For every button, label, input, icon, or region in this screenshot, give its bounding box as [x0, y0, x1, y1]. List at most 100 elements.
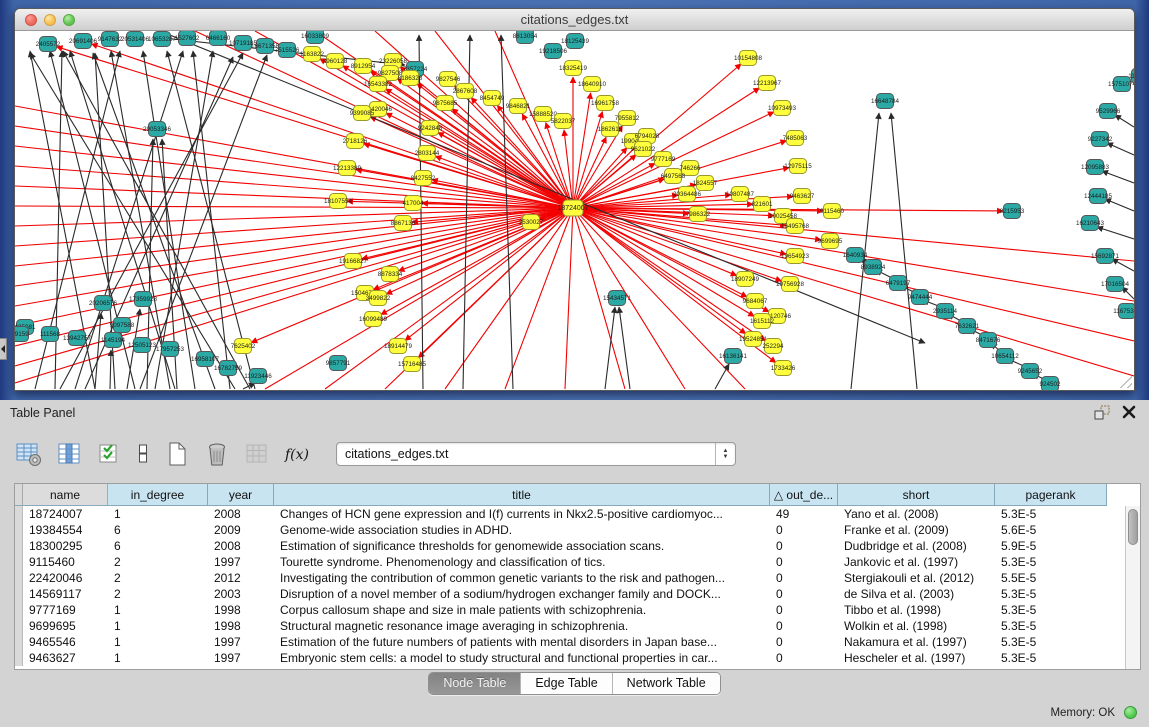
- cell-pagerank[interactable]: 5.3E-5: [995, 586, 1107, 602]
- zoom-window-button[interactable]: [63, 14, 75, 26]
- cell-in-degree[interactable]: 2: [108, 554, 208, 570]
- cell-in-degree[interactable]: 6: [108, 538, 208, 554]
- window-titlebar[interactable]: citations_edges.txt: [15, 9, 1134, 31]
- network-edge[interactable]: [1105, 199, 1134, 211]
- network-node[interactable]: 18640910: [578, 77, 607, 92]
- network-edge[interactable]: [715, 364, 729, 389]
- network-node[interactable]: 19218506: [539, 44, 568, 59]
- network-node[interactable]: 18107554: [324, 194, 353, 209]
- cell-pagerank[interactable]: 5.3E-5: [995, 602, 1107, 618]
- network-edge[interactable]: [418, 208, 573, 358]
- network-node[interactable]: 10154808: [734, 51, 763, 66]
- network-node[interactable]: 12975115: [784, 159, 812, 174]
- cell-out-de-[interactable]: 0: [770, 634, 838, 650]
- function-builder-icon[interactable]: f(x): [282, 440, 312, 468]
- cell-year[interactable]: 2008: [208, 538, 274, 554]
- network-node[interactable]: 8867130: [391, 216, 416, 231]
- cell-name[interactable]: 9465546: [23, 634, 108, 650]
- network-node[interactable]: 8454749: [480, 91, 505, 106]
- network-node[interactable]: 1824557: [693, 176, 718, 191]
- cell-out-de-[interactable]: 0: [770, 538, 838, 554]
- network-node[interactable]: 2718126: [343, 134, 368, 149]
- network-edge[interactable]: [15, 208, 573, 246]
- cell-title[interactable]: Estimation of significance thresholds fo…: [274, 538, 770, 554]
- import-table-icon[interactable]: [242, 440, 272, 468]
- network-edge[interactable]: [565, 208, 573, 389]
- cell-name[interactable]: 9777169: [23, 602, 108, 618]
- network-node[interactable]: 18325419: [559, 61, 588, 76]
- network-node[interactable]: 17016504: [1101, 277, 1130, 292]
- network-edge[interactable]: [110, 350, 111, 389]
- cell-title[interactable]: Embryonic stem cells: a model to study s…: [274, 650, 770, 666]
- cell-name[interactable]: 9463627: [23, 650, 108, 666]
- table-row[interactable]: 969969511998Structural magnetic resonanc…: [15, 618, 1140, 634]
- cell-title[interactable]: Corpus callosum shape and size in male p…: [274, 602, 770, 618]
- network-node[interactable]: 2935114: [933, 304, 958, 319]
- cell-pagerank[interactable]: 5.3E-5: [995, 634, 1107, 650]
- network-edge[interactable]: [1107, 143, 1134, 155]
- network-edge[interactable]: [15, 186, 573, 208]
- network-node[interactable]: 19756928: [776, 277, 805, 292]
- network-node[interactable]: 2867608: [453, 84, 478, 99]
- network-canvas[interactable]: 2405572206914069147632205314061065328715…: [15, 31, 1134, 390]
- cell-year[interactable]: 1997: [208, 634, 274, 650]
- network-node[interactable]: 9827546: [436, 72, 461, 87]
- table-row[interactable]: 1830029562008Estimation of significance …: [15, 538, 1140, 554]
- cell-out-de-[interactable]: 0: [770, 570, 838, 586]
- cell-year[interactable]: 1997: [208, 554, 274, 570]
- cell-short[interactable]: Franke et al. (2009): [838, 522, 995, 538]
- cell-title[interactable]: Estimation of the future numbers of pati…: [274, 634, 770, 650]
- column-header-in-degree[interactable]: in_degree: [108, 484, 208, 506]
- network-edge[interactable]: [1097, 227, 1134, 239]
- cell-name[interactable]: 18724007: [23, 506, 108, 522]
- network-node[interactable]: 16033809: [301, 31, 330, 44]
- network-node[interactable]: 7632621: [955, 319, 980, 334]
- cell-out-de-[interactable]: 49: [770, 506, 838, 522]
- network-node[interactable]: 18914479: [384, 339, 413, 354]
- float-panel-icon[interactable]: [1093, 405, 1111, 421]
- show-columns-icon[interactable]: [54, 440, 84, 468]
- network-node[interactable]: 111568: [40, 327, 61, 342]
- cell-year[interactable]: 2009: [208, 522, 274, 538]
- network-node[interactable]: 16136141: [719, 349, 748, 364]
- close-window-button[interactable]: [25, 14, 37, 26]
- network-node[interactable]: 9846821: [506, 99, 531, 114]
- network-node[interactable]: 16961758: [591, 96, 620, 111]
- column-header-name[interactable]: name: [23, 484, 108, 506]
- network-node[interactable]: 17957253: [156, 342, 185, 357]
- network-node[interactable]: 12444185: [1084, 189, 1113, 204]
- collapsed-panel-handle[interactable]: [0, 338, 7, 360]
- tab-network-table[interactable]: Network Table: [613, 673, 720, 694]
- column-header-out-de-[interactable]: △ out_de...: [770, 484, 838, 506]
- cell-out-de-[interactable]: 0: [770, 522, 838, 538]
- scrollbar-thumb[interactable]: [1128, 509, 1138, 545]
- cell-pagerank[interactable]: 5.5E-5: [995, 570, 1107, 586]
- cell-in-degree[interactable]: 1: [108, 634, 208, 650]
- table-row[interactable]: 946362711997Embryonic stem cells: a mode…: [15, 650, 1140, 666]
- network-node[interactable]: 9463627: [790, 189, 815, 204]
- network-node[interactable]: 821601: [751, 197, 773, 212]
- cell-in-degree[interactable]: 2: [108, 586, 208, 602]
- network-node[interactable]: 8938924: [861, 260, 886, 275]
- network-node[interactable]: 9857791: [326, 356, 351, 371]
- network-node[interactable]: 252294: [762, 339, 784, 354]
- select-rows-icon[interactable]: [94, 440, 124, 468]
- network-node[interactable]: 20691406: [69, 34, 98, 49]
- cell-short[interactable]: Tibbo et al. (1998): [838, 602, 995, 618]
- network-edge[interactable]: [160, 31, 925, 343]
- network-node[interactable]: 9115460: [820, 204, 845, 219]
- cell-short[interactable]: Nakamura et al. (1997): [838, 634, 995, 650]
- network-node[interactable]: 15434571: [603, 291, 632, 306]
- cell-name[interactable]: 18300295: [23, 538, 108, 554]
- network-node[interactable]: 7955812: [615, 111, 640, 126]
- close-panel-icon[interactable]: [1121, 404, 1137, 420]
- network-node[interactable]: 1733426: [771, 361, 796, 376]
- network-edge[interactable]: [1115, 115, 1134, 127]
- tab-node-table[interactable]: Node Table: [429, 673, 521, 694]
- column-header-title[interactable]: title: [274, 484, 770, 506]
- network-node[interactable]: 7485063: [783, 131, 808, 146]
- column-header-short[interactable]: short: [838, 484, 995, 506]
- network-edge[interactable]: [1102, 171, 1134, 183]
- cell-pagerank[interactable]: 5.3E-5: [995, 650, 1107, 666]
- network-node[interactable]: 6466160: [206, 31, 231, 46]
